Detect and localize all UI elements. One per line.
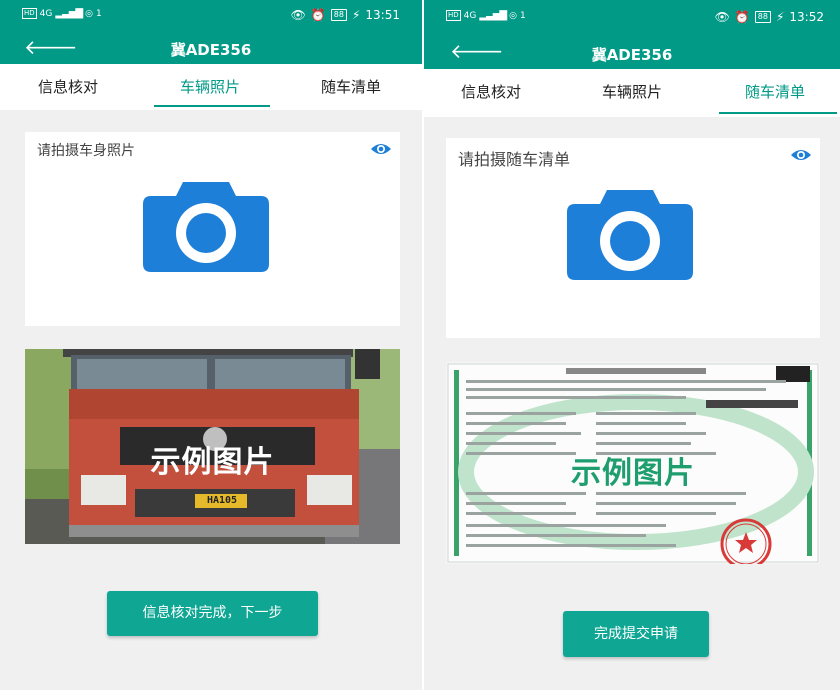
charging-icon: ⚡: [775, 10, 785, 24]
eye-comfort-icon: 👁: [290, 8, 306, 22]
alarm-icon: ⏰: [310, 8, 326, 22]
tab-info-check[interactable]: 信息核对: [461, 81, 521, 102]
signal-icon: ▂▃▅▇: [55, 8, 83, 19]
clock: 13:51: [365, 8, 400, 22]
sample-document-image: 示例图片: [446, 362, 820, 564]
tab-vehicle-photo[interactable]: 车辆照片: [602, 81, 662, 102]
page-title: 冀ADE356: [170, 41, 252, 59]
clock: 13:52: [789, 10, 824, 24]
network-type: 4G: [463, 10, 477, 21]
alarm-icon: ⏰: [734, 10, 750, 24]
status-right: 👁 ⏰ 88 ⚡ 13:52: [715, 10, 824, 24]
tab-vehicle-photo[interactable]: 车辆照片: [180, 76, 240, 97]
sim-indicator: 1: [519, 10, 526, 21]
eye-icon[interactable]: [370, 142, 392, 156]
status-left: HD 4G ▂▃▅▇ ◎ 1: [22, 8, 102, 19]
tab-vehicle-list[interactable]: 随车清单: [745, 81, 805, 102]
tab-info-check[interactable]: 信息核对: [38, 76, 98, 97]
battery-icon: 88: [330, 9, 347, 21]
active-tab-indicator: [154, 105, 270, 107]
sample-image-label: 示例图片: [150, 445, 275, 480]
status-bar: HD 4G ▂▃▅▇ ◎ 1 👁 ⏰ 88 ⚡ 13:51: [0, 0, 422, 32]
hd-icon: HD: [446, 10, 461, 21]
camera-icon[interactable]: [567, 190, 693, 280]
signal-icon: ▂▃▅▇: [479, 10, 507, 21]
network-type: 4G: [39, 8, 53, 19]
tab-bar: 信息核对 车辆照片 随车清单: [424, 69, 840, 117]
hd-icon: HD: [22, 8, 37, 19]
charging-icon: ⚡: [351, 8, 361, 22]
status-right: 👁 ⏰ 88 ⚡ 13:51: [291, 8, 400, 22]
active-tab-indicator: [719, 112, 837, 114]
sim-indicator: 1: [95, 8, 102, 19]
submit-application-button[interactable]: 完成提交申请: [563, 611, 709, 657]
status-bar: HD 4G ▂▃▅▇ ◎ 1 👁 ⏰ 88 ⚡ 13:52: [424, 0, 840, 36]
sample-image-label: 示例图片: [571, 456, 695, 491]
eye-comfort-icon: 👁: [714, 10, 730, 24]
next-step-button[interactable]: 信息核对完成，下一步: [107, 591, 318, 636]
status-left: HD 4G ▂▃▅▇ ◎ 1: [446, 10, 526, 21]
license-plate: HA105: [206, 495, 238, 506]
wifi-icon: ◎: [85, 8, 93, 19]
photo-capture-card[interactable]: 请拍摄车身照片: [25, 132, 400, 326]
photo-capture-card[interactable]: 请拍摄随车清单: [446, 138, 820, 338]
camera-icon[interactable]: [143, 182, 269, 272]
screen-vehicle-photo: HD 4G ▂▃▅▇ ◎ 1 👁 ⏰ 88 ⚡ 13:51 🡐 冀ADE356 …: [0, 0, 422, 690]
wifi-icon: ◎: [509, 10, 517, 21]
photo-prompt-label: 请拍摄随车清单: [458, 150, 571, 169]
photo-prompt-label: 请拍摄车身照片: [37, 143, 135, 159]
screen-vehicle-list: HD 4G ▂▃▅▇ ◎ 1 👁 ⏰ 88 ⚡ 13:52 🡐 冀ADE356 …: [424, 0, 840, 690]
app-bar: 🡐 冀ADE356: [0, 32, 422, 64]
page-title: 冀ADE356: [591, 46, 673, 64]
sample-truck-image: HA105 示例图片: [25, 349, 400, 544]
tab-vehicle-list[interactable]: 随车清单: [321, 76, 381, 97]
eye-icon[interactable]: [790, 148, 812, 162]
tab-bar: 信息核对 车辆照片 随车清单: [0, 64, 422, 110]
battery-icon: 88: [754, 11, 771, 23]
app-bar: 🡐 冀ADE356: [424, 36, 840, 69]
